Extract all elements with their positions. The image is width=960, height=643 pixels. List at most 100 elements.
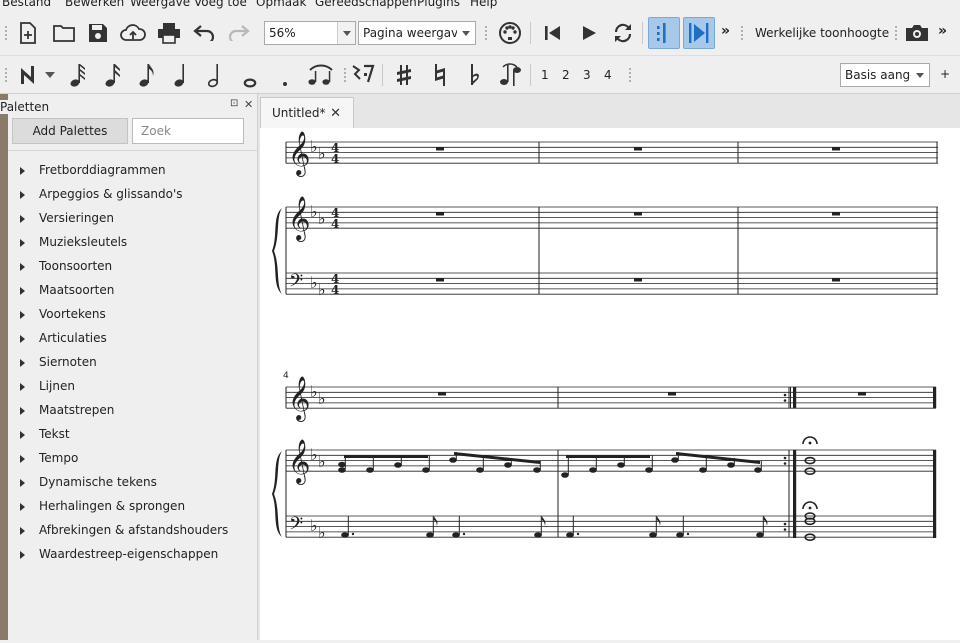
toolbar-handle[interactable] — [343, 67, 347, 83]
palette-item-tempo[interactable]: Tempo — [8, 446, 258, 470]
chevron-down-icon[interactable] — [43, 67, 57, 83]
rewind-icon[interactable] — [540, 21, 566, 45]
add-workspace-button[interactable]: + — [940, 67, 950, 81]
loop-icon[interactable] — [609, 21, 637, 45]
count-in-icon[interactable] — [683, 17, 715, 49]
menu-opmaak[interactable]: Opmaak — [256, 0, 306, 9]
redo-icon[interactable] — [226, 21, 252, 45]
palette-item-time-signatures[interactable]: Maatsoorten — [8, 278, 258, 302]
expand-arrow-icon[interactable] — [20, 527, 25, 535]
quarter-note-icon[interactable] — [169, 61, 193, 89]
voice-3-button[interactable]: 3 — [583, 68, 591, 82]
menu-gereedschappen[interactable]: Gereedschappen — [315, 0, 417, 9]
toolbar-handle[interactable] — [894, 25, 898, 41]
palette-item-arpeggios[interactable]: Arpeggios & glissando's — [8, 182, 258, 206]
eighth-note-icon[interactable] — [135, 61, 159, 89]
expand-arrow-icon[interactable] — [20, 479, 25, 487]
toolbar-overflow-1[interactable]: » — [721, 23, 730, 39]
expand-arrow-icon[interactable] — [20, 287, 25, 295]
print-icon[interactable] — [155, 21, 183, 45]
chevron-down-icon[interactable] — [457, 22, 475, 44]
expand-arrow-icon[interactable] — [20, 359, 25, 367]
voice-2-button[interactable]: 2 — [562, 68, 570, 82]
menu-bewerken[interactable]: Bewerken — [65, 0, 124, 9]
expand-arrow-icon[interactable] — [20, 383, 25, 391]
toolbar-overflow-2[interactable]: » — [938, 23, 947, 39]
expand-arrow-icon[interactable] — [20, 239, 25, 247]
flat-icon[interactable] — [463, 61, 487, 89]
expand-arrow-icon[interactable] — [20, 551, 25, 559]
expand-arrow-icon[interactable] — [20, 215, 25, 223]
palette-item-accidentals[interactable]: Voortekens — [8, 302, 258, 326]
camera-icon[interactable] — [903, 21, 931, 45]
play-icon[interactable] — [576, 21, 602, 45]
sixteenth-note-icon[interactable] — [101, 61, 125, 89]
augmentation-dot-icon[interactable] — [274, 61, 296, 89]
menu-voeg-toe[interactable]: Voeg toe — [194, 0, 247, 9]
cloud-upload-icon[interactable] — [119, 21, 147, 45]
tab-untitled[interactable]: Untitled* ✕ — [260, 97, 354, 128]
chevron-down-icon[interactable] — [911, 64, 929, 86]
palette-item-articulations[interactable]: Articulaties — [8, 326, 258, 350]
metronome-icon[interactable] — [648, 17, 680, 49]
palette-item-barlines[interactable]: Maatstrepen — [8, 398, 258, 422]
whole-note-icon[interactable] — [238, 61, 262, 89]
palette-item-grace-notes[interactable]: Siernoten — [8, 350, 258, 374]
menu-bestand[interactable]: Bestand — [2, 0, 51, 9]
menu-help[interactable]: Help — [470, 0, 497, 9]
tie-icon[interactable] — [304, 61, 338, 89]
save-icon[interactable] — [86, 21, 110, 45]
palette-item-breaks[interactable]: Afbrekingen & afstandshouders — [8, 518, 258, 542]
expand-arrow-icon[interactable] — [20, 455, 25, 463]
palette-item-repeats[interactable]: Herhalingen & sprongen — [8, 494, 258, 518]
new-file-icon[interactable] — [16, 21, 40, 45]
expand-arrow-icon[interactable] — [20, 167, 25, 175]
palette-item-clefs[interactable]: Muzieksleutels — [8, 230, 258, 254]
undock-icon[interactable]: ⊡ — [230, 98, 238, 109]
palette-item-fretboard[interactable]: Fretborddiagrammen — [8, 158, 258, 182]
sharp-icon[interactable] — [392, 61, 416, 89]
toolbar-handle[interactable] — [740, 25, 744, 41]
add-palettes-button[interactable]: Add Palettes — [12, 118, 128, 144]
expand-arrow-icon[interactable] — [20, 311, 25, 319]
midi-input-icon[interactable] — [497, 21, 523, 45]
sixty-fourth-note-icon[interactable] — [66, 61, 90, 89]
menu-weergave[interactable]: Weergave — [130, 0, 190, 9]
toolbar-handle[interactable] — [4, 25, 8, 41]
close-tab-icon[interactable]: ✕ — [330, 98, 341, 129]
palette-item-dynamics[interactable]: Dynamische tekens — [8, 470, 258, 494]
expand-arrow-icon[interactable] — [20, 503, 25, 511]
concert-pitch-button[interactable]: Werkelijke toonhoogte — [755, 26, 889, 40]
palette-item-lines[interactable]: Lijnen — [8, 374, 258, 398]
palette-item-ornaments[interactable]: Versieringen — [8, 206, 258, 230]
natural-icon[interactable] — [428, 61, 452, 89]
flip-direction-icon[interactable] — [496, 61, 526, 89]
chevron-down-icon[interactable] — [337, 22, 355, 44]
voice-4-button[interactable]: 4 — [604, 68, 612, 82]
palette-search-input[interactable]: Zoek — [132, 118, 244, 144]
workspace-select[interactable]: Basis aangep — [840, 63, 930, 87]
score-page[interactable]: 𝄞 𝄞 𝄢 ♭ ♭ ♭ ♭ ♭ ♭ 44 44 44 4 𝄞 𝄞 𝄢 ♭ ♭ ♭… — [260, 128, 960, 640]
expand-arrow-icon[interactable] — [20, 263, 25, 271]
score-canvas[interactable]: 𝄞 𝄞 𝄢 ♭ ♭ ♭ ♭ ♭ ♭ 44 44 44 4 𝄞 𝄞 𝄢 ♭ ♭ ♭… — [260, 128, 960, 640]
view-mode-select[interactable]: Pagina weergave — [358, 21, 476, 45]
zoom-combo[interactable]: 56% — [264, 21, 356, 45]
note-input-mode-icon[interactable] — [16, 63, 42, 87]
expand-arrow-icon[interactable] — [20, 335, 25, 343]
palette-item-beam-properties[interactable]: Waardestreep-eigenschappen — [8, 542, 258, 566]
toolbar-handle[interactable] — [484, 25, 488, 41]
toolbar-handle[interactable] — [4, 67, 8, 83]
expand-arrow-icon[interactable] — [20, 407, 25, 415]
open-folder-icon[interactable] — [51, 21, 77, 45]
expand-arrow-icon[interactable] — [20, 191, 25, 199]
voice-1-button[interactable]: 1 — [541, 68, 549, 82]
expand-arrow-icon[interactable] — [20, 431, 25, 439]
half-note-icon[interactable] — [203, 61, 227, 89]
close-icon[interactable]: ✕ — [244, 98, 253, 111]
menu-plugins[interactable]: Plugins — [417, 0, 460, 9]
palette-item-text[interactable]: Tekst — [8, 422, 258, 446]
toolbar-handle[interactable] — [628, 67, 632, 83]
rest-icon[interactable] — [350, 61, 376, 89]
palette-item-key-signatures[interactable]: Toonsoorten — [8, 254, 258, 278]
undo-icon[interactable] — [191, 21, 217, 45]
